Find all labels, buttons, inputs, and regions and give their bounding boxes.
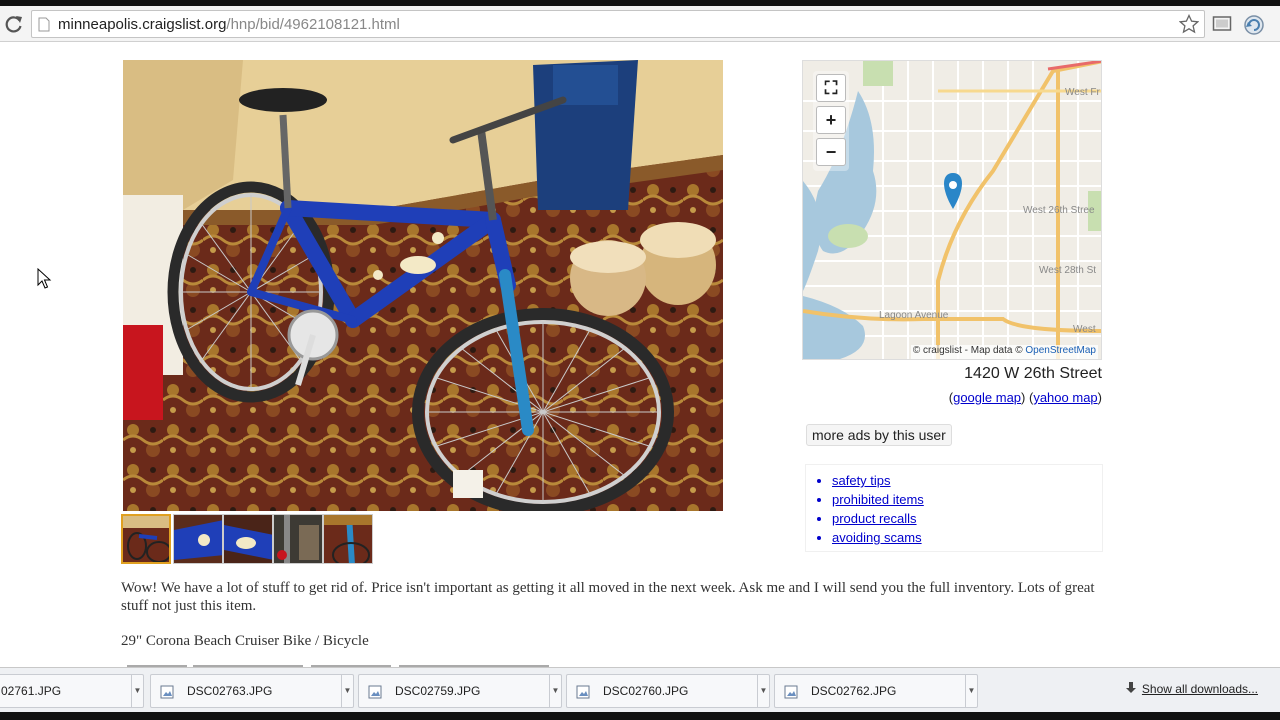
reload-icon[interactable] — [4, 14, 24, 34]
map-attribution: © craigslist - Map data © OpenStreetMap — [910, 345, 1098, 359]
map-links: (google map) (yahoo map) — [948, 390, 1102, 405]
avoiding-scams-link[interactable]: avoiding scams — [832, 530, 922, 545]
more-ads-button[interactable]: more ads by this user — [806, 424, 952, 446]
bookmark-star-icon[interactable] — [1179, 14, 1199, 34]
list-item: avoiding scams — [832, 528, 924, 547]
address-bar[interactable]: minneapolis.craigslist.org/hnp/bid/49621… — [31, 10, 1205, 38]
list-item: product recalls — [832, 509, 924, 528]
location-map[interactable]: West Fr West 26th Stree West 28th St Lag… — [802, 60, 1102, 360]
download-arrow-icon — [1125, 682, 1136, 693]
chevron-down-icon[interactable]: ▼ — [549, 675, 561, 707]
cast-icon[interactable] — [1212, 15, 1232, 33]
safety-links-list: safety tips prohibited items product rec… — [832, 471, 924, 547]
google-map-link[interactable]: google map — [953, 390, 1021, 405]
url-host: minneapolis.craigslist.org — [58, 16, 227, 33]
download-filename: DSC02763.JPG — [187, 684, 273, 698]
download-item[interactable]: 02761.JPG ▼ — [0, 674, 144, 708]
map-zoom-in-button[interactable]: + — [816, 106, 846, 134]
thumbnail-3[interactable] — [223, 514, 273, 564]
chevron-down-icon[interactable]: ▼ — [965, 675, 977, 707]
prohibited-items-link[interactable]: prohibited items — [832, 492, 924, 507]
page-content: West Fr West 26th Stree West 28th St Lag… — [0, 43, 1280, 667]
download-filename: DSC02760.JPG — [603, 684, 689, 698]
map-zoom-out-button[interactable]: − — [816, 138, 846, 166]
thumbnail-4[interactable] — [273, 514, 323, 564]
download-filename: 02761.JPG — [1, 684, 62, 698]
thumbnail-1[interactable] — [121, 514, 171, 564]
safety-tips-link[interactable]: safety tips — [832, 473, 891, 488]
yahoo-map-link[interactable]: yahoo map — [1033, 390, 1097, 405]
page-icon — [38, 17, 50, 32]
download-item[interactable]: DSC02759.JPG ▼ — [358, 674, 562, 708]
image-file-icon — [576, 685, 590, 699]
download-item[interactable]: DSC02760.JPG ▼ — [566, 674, 770, 708]
map-street-label: West 28th St — [1039, 265, 1097, 276]
thumbnail-2[interactable] — [173, 514, 223, 564]
window-bottom-edge — [0, 712, 1280, 720]
openstreetmap-link[interactable]: OpenStreetMap — [1025, 345, 1096, 356]
url-text[interactable]: minneapolis.craigslist.org/hnp/bid/49621… — [58, 16, 400, 33]
listing-description: Wow! We have a lot of stuff to get rid o… — [121, 580, 1095, 614]
map-attribution-text: © craigslist - Map data © — [912, 345, 1023, 356]
map-fullscreen-button[interactable]: ⛶ — [816, 74, 846, 102]
download-item[interactable]: DSC02763.JPG ▼ — [150, 674, 354, 708]
image-file-icon — [160, 685, 174, 699]
url-path: /hnp/bid/4962108121.html — [226, 16, 400, 33]
downloads-bar: 02761.JPG ▼ DSC02763.JPG ▼ DSC02759.JPG … — [0, 667, 1280, 712]
download-item[interactable]: DSC02762.JPG ▼ — [774, 674, 978, 708]
list-item: prohibited items — [832, 490, 924, 509]
browser-toolbar: minneapolis.craigslist.org/hnp/bid/49621… — [0, 6, 1280, 42]
show-all-downloads-link[interactable]: Show all downloads... — [1125, 682, 1258, 696]
chevron-down-icon[interactable]: ▼ — [131, 675, 143, 707]
listing-address: 1420 W 26th Street — [964, 365, 1102, 382]
safety-links-box: safety tips prohibited items product rec… — [805, 464, 1103, 552]
download-filename: DSC02759.JPG — [395, 684, 481, 698]
main-listing-photo[interactable] — [123, 60, 723, 511]
map-controls: ⛶ + − — [813, 71, 849, 171]
map-street-label: West Fr — [1065, 87, 1100, 98]
list-item: safety tips — [832, 471, 924, 490]
extension-icon[interactable] — [1243, 14, 1265, 36]
map-street-label: West — [1073, 324, 1096, 335]
photo-thumbnails — [121, 514, 373, 564]
chevron-down-icon[interactable]: ▼ — [341, 675, 353, 707]
image-file-icon — [368, 685, 382, 699]
thumbnail-5[interactable] — [323, 514, 373, 564]
map-street-label: Lagoon Avenue — [879, 310, 949, 321]
product-recalls-link[interactable]: product recalls — [832, 511, 917, 526]
item-title: 29" Corona Beach Cruiser Bike / Bicycle — [121, 633, 369, 649]
download-filename: DSC02762.JPG — [811, 684, 897, 698]
chevron-down-icon[interactable]: ▼ — [757, 675, 769, 707]
show-all-downloads-label: Show all downloads... — [1141, 682, 1258, 696]
image-file-icon — [784, 685, 798, 699]
map-street-label: West 26th Stree — [1023, 205, 1095, 216]
mouse-cursor-icon — [37, 268, 52, 289]
